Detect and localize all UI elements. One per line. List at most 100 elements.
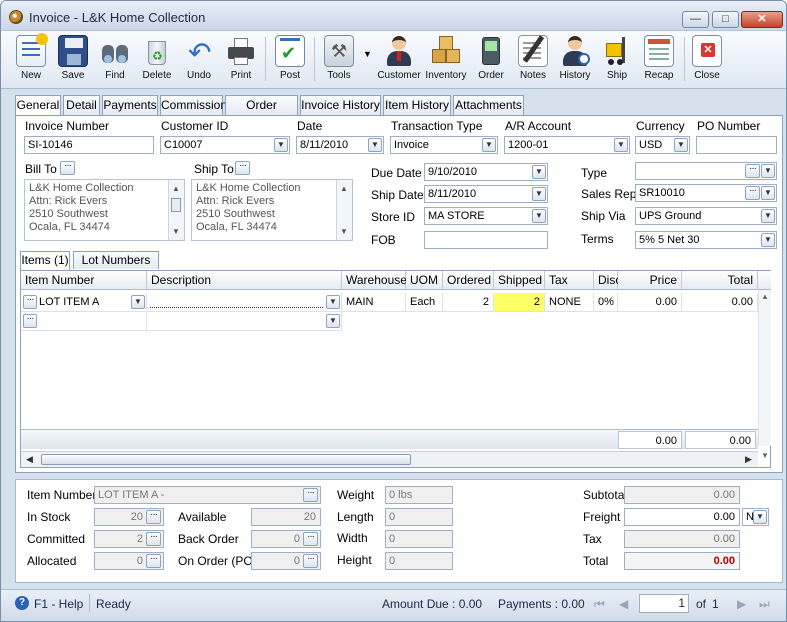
undo-button[interactable]: ↶ Undo xyxy=(179,33,219,87)
chevron-down-icon[interactable]: ▼ xyxy=(326,295,340,309)
on-order-lookup-button[interactable]: ··· xyxy=(303,554,318,568)
chevron-down-icon[interactable]: ▼ xyxy=(761,186,775,200)
history-button[interactable]: History xyxy=(555,33,595,87)
column-header-total[interactable]: Total xyxy=(682,271,758,290)
chevron-down-icon[interactable]: ▼ xyxy=(753,510,767,524)
tab-detail[interactable]: Detail xyxy=(63,95,100,115)
shipped-cell[interactable]: 2 xyxy=(494,293,545,312)
tab-order-history[interactable]: Order History xyxy=(225,95,298,130)
chevron-down-icon[interactable]: ▼ xyxy=(761,164,775,178)
maximize-button[interactable]: □ xyxy=(712,11,739,28)
chevron-down-icon[interactable]: ▼ xyxy=(674,138,688,152)
chevron-down-icon[interactable]: ▼ xyxy=(274,138,288,152)
new-button[interactable]: New xyxy=(11,33,51,87)
help-icon[interactable]: ? xyxy=(15,596,29,610)
bill-to-address[interactable]: L&K Home Collection Attn: Rick Evers 251… xyxy=(24,179,185,241)
tab-lot-numbers[interactable]: Lot Numbers (1) xyxy=(73,251,159,283)
column-header-tax[interactable]: Tax xyxy=(545,271,594,290)
ship-to-address[interactable]: L&K Home Collection Attn: Rick Evers 251… xyxy=(191,179,353,241)
ship-to-lookup-button[interactable]: ··· xyxy=(235,161,250,175)
back-order-lookup-button[interactable]: ··· xyxy=(303,532,318,546)
committed-lookup-button[interactable]: ··· xyxy=(146,532,161,546)
column-header-ordered[interactable]: Ordered xyxy=(443,271,494,290)
ordered-cell[interactable]: 2 xyxy=(443,293,494,312)
tax-cell[interactable]: NONE xyxy=(545,293,594,312)
tab-attachments[interactable]: Attachments xyxy=(453,95,524,115)
warehouse-cell[interactable]: MAIN xyxy=(342,293,406,312)
tab-items[interactable]: Items (1) xyxy=(20,251,70,270)
scroll-left-icon[interactable]: ◀ xyxy=(26,454,33,465)
tools-button[interactable]: ⚒ Tools xyxy=(317,33,361,87)
ship-via-select[interactable]: UPS Ground ▼ xyxy=(635,207,777,225)
customer-button[interactable]: Customer xyxy=(377,33,421,87)
last-page-icon[interactable]: ⏭ xyxy=(759,597,770,612)
scroll-up-icon[interactable]: ▲ xyxy=(761,292,769,301)
tab-commission[interactable]: Commission xyxy=(160,95,227,115)
column-header-uom[interactable]: UOM xyxy=(406,271,443,290)
bill-to-scrollbar[interactable]: ▲ ▼ xyxy=(168,180,184,240)
currency-select[interactable]: USD ▼ xyxy=(635,136,690,154)
order-button[interactable]: Order xyxy=(471,33,511,87)
scroll-thumb[interactable] xyxy=(41,454,411,465)
column-header-shipped[interactable]: Shipped xyxy=(494,271,545,290)
grid-horizontal-scrollbar[interactable]: ◀ ▶ xyxy=(21,451,758,467)
column-header-description[interactable]: Description xyxy=(147,271,342,290)
date-field[interactable]: 8/11/2010 ▼ xyxy=(296,136,384,154)
ship-to-scrollbar[interactable]: ▲ ▼ xyxy=(336,180,352,240)
column-header-item-number[interactable]: Item Number xyxy=(21,271,147,290)
disc-cell[interactable]: 0% xyxy=(594,293,618,312)
post-button[interactable]: ✔ Post xyxy=(270,33,310,87)
tools-dropdown-icon[interactable]: ▼ xyxy=(363,49,372,59)
item-lookup-button[interactable]: ··· xyxy=(23,295,37,309)
column-header-price[interactable]: Price xyxy=(618,271,682,290)
column-header-warehouse[interactable]: Warehouse xyxy=(342,271,407,290)
prev-page-icon[interactable]: ◀ xyxy=(619,597,628,611)
delete-button[interactable]: ♻ Delete xyxy=(137,33,177,87)
print-button[interactable]: Print xyxy=(221,33,261,87)
allocated-lookup-button[interactable]: ··· xyxy=(146,554,161,568)
invoice-number-field[interactable]: SI-10146 xyxy=(24,136,154,154)
sales-rep-lookup-button[interactable]: ··· xyxy=(745,186,760,200)
close-window-button[interactable]: ✕ xyxy=(741,11,783,28)
price-cell[interactable]: 0.00 xyxy=(618,293,682,312)
tab-general[interactable]: General xyxy=(15,95,61,116)
transaction-type-select[interactable]: Invoice ▼ xyxy=(390,136,498,154)
chevron-down-icon[interactable]: ▼ xyxy=(482,138,496,152)
scroll-right-icon[interactable]: ▶ xyxy=(745,454,752,465)
chevron-down-icon[interactable]: ▼ xyxy=(532,187,546,201)
po-number-field[interactable] xyxy=(696,136,777,154)
due-date-field[interactable]: 9/10/2010 ▼ xyxy=(424,163,548,181)
chevron-down-icon[interactable]: ▼ xyxy=(614,138,628,152)
chevron-down-icon[interactable]: ▼ xyxy=(326,314,340,328)
store-id-select[interactable]: MA STORE ▼ xyxy=(424,207,548,225)
notes-button[interactable]: Notes xyxy=(513,33,553,87)
item-lookup-button[interactable]: ··· xyxy=(23,314,37,328)
type-field[interactable]: ··· ▼ xyxy=(635,162,777,180)
find-button[interactable]: Find xyxy=(95,33,135,87)
first-page-icon[interactable]: ⏮ xyxy=(594,597,605,612)
scroll-down-icon[interactable]: ▼ xyxy=(761,451,769,460)
new-row-description[interactable]: ▼ xyxy=(147,312,342,331)
grid-vertical-scrollbar[interactable]: ▲ ▼ xyxy=(758,290,771,460)
total-cell[interactable]: 0.00 xyxy=(682,293,758,312)
save-button[interactable]: Save xyxy=(53,33,93,87)
item-number-lookup-button[interactable]: ··· xyxy=(303,488,318,502)
uom-cell[interactable]: Each xyxy=(406,293,443,312)
ar-account-select[interactable]: 1200-01 ▼ xyxy=(504,136,630,154)
freight-field[interactable]: 0.00 xyxy=(624,508,740,526)
fob-field[interactable] xyxy=(424,231,548,249)
minimize-button[interactable]: — xyxy=(682,11,709,28)
sales-rep-field[interactable]: SR10010 ··· ▼ xyxy=(635,184,777,202)
new-row[interactable]: ··· xyxy=(21,312,147,331)
in-stock-lookup-button[interactable]: ··· xyxy=(146,510,161,524)
tab-item-history[interactable]: Item History xyxy=(383,95,451,115)
chevron-down-icon[interactable]: ▼ xyxy=(368,138,382,152)
ship-date-field[interactable]: 8/11/2010 ▼ xyxy=(424,185,548,203)
terms-select[interactable]: 5% 5 Net 30 ▼ xyxy=(635,231,777,249)
column-header-disc[interactable]: Disc xyxy=(594,271,621,290)
chevron-down-icon[interactable]: ▼ xyxy=(532,165,546,179)
description-cell[interactable]: ▼ xyxy=(147,293,342,312)
next-page-icon[interactable]: ▶ xyxy=(737,597,746,611)
customer-id-field[interactable]: C10007 ▼ xyxy=(160,136,290,154)
chevron-down-icon[interactable]: ▼ xyxy=(761,209,775,223)
